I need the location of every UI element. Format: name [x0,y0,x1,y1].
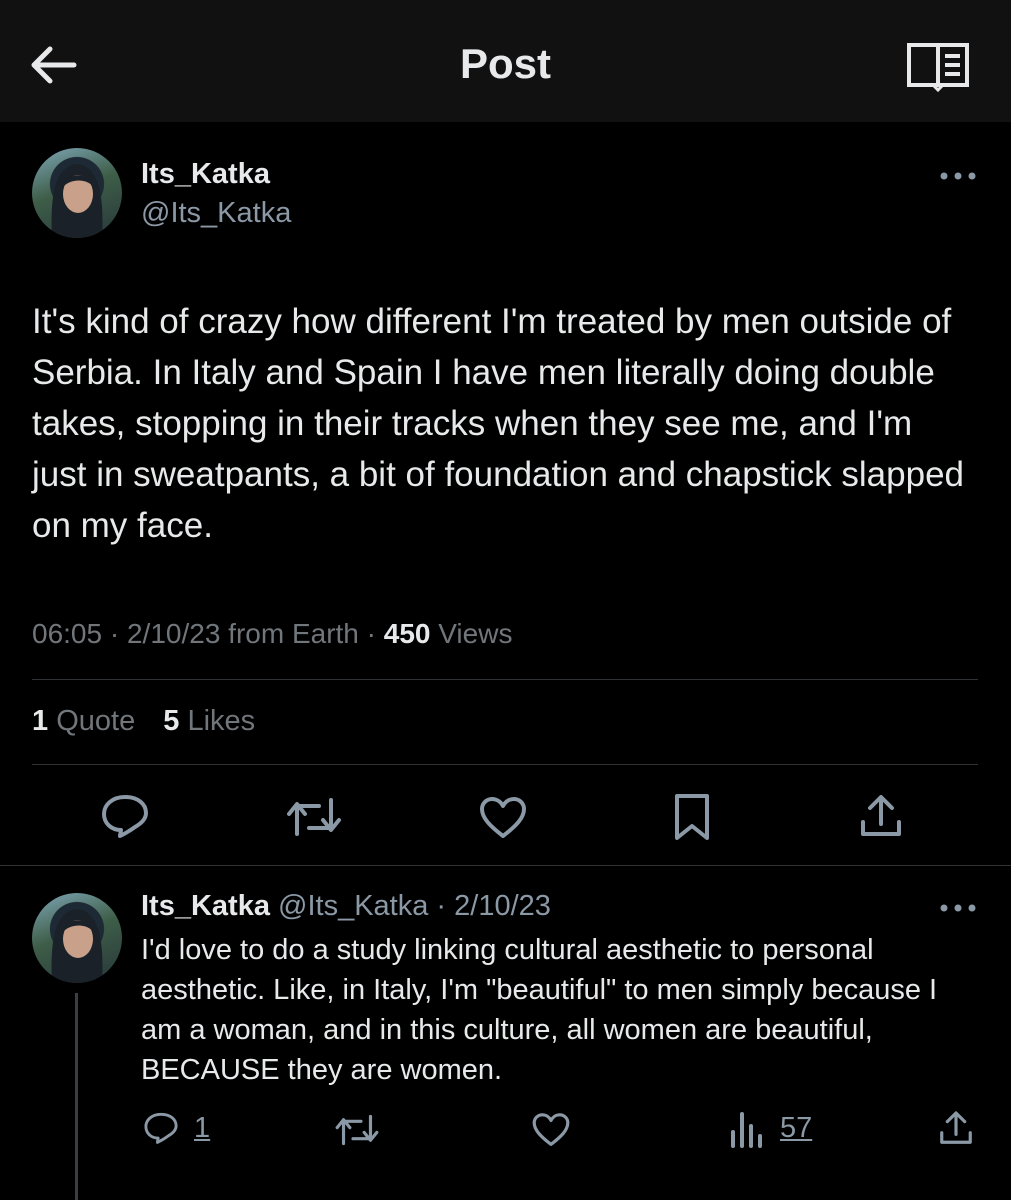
reply-date[interactable]: 2/10/23 [454,890,551,922]
reply-views-button[interactable] [729,1110,765,1148]
more-dots-icon [940,172,976,180]
quotes-link[interactable]: 1 Quote [32,705,135,737]
like-button[interactable] [478,796,528,840]
reply-header: Its_Katka @Its_Katka · 2/10/23 [141,890,551,922]
repost-icon [287,798,341,836]
share-button[interactable] [857,792,905,840]
bookmark-button[interactable] [671,792,713,842]
heart-icon [480,797,526,838]
reply-count[interactable]: 1 [194,1112,210,1145]
likes-label: Likes [187,705,256,737]
more-options-button[interactable] [938,166,978,186]
post-source: from Earth [228,618,359,649]
comment-icon [102,795,148,838]
share-icon [861,795,901,836]
views-count: 450 [383,618,431,649]
quote-count: 1 [32,705,49,737]
thread-line [75,993,78,1200]
divider [32,764,978,765]
reply-reply-button[interactable] [143,1111,179,1145]
avatar-photo [51,164,103,238]
heart-icon [532,1113,570,1146]
reply-text: I'd love to do a study linking cultural … [141,934,938,1086]
likes-count: 5 [163,705,180,737]
reply-repost-button[interactable] [334,1113,380,1147]
reader-mode-button[interactable] [905,40,971,93]
engagement-stats: 1 Quote 5 Likes [32,705,255,738]
reply-share-button[interactable] [937,1109,975,1147]
reply-author-handle[interactable]: @Its_Katka [278,890,428,922]
likes-link[interactable]: 5 Likes [163,705,255,737]
divider [32,679,978,680]
repost-button[interactable] [285,796,343,838]
repost-icon [335,1114,379,1146]
post-time: 06:05 [32,618,103,649]
author-handle[interactable]: @Its_Katka [141,197,291,230]
bookmark-icon [675,794,709,840]
author-name[interactable]: Its_Katka [141,158,270,191]
top-bar: Post [0,0,1011,122]
post-text: It's kind of crazy how different I'm tre… [32,302,964,545]
comment-icon [144,1112,178,1144]
avatar-photo [51,909,103,983]
share-icon [940,1111,972,1144]
quote-label: Quote [56,705,136,737]
book-open-icon [907,43,969,93]
analytics-icon [731,1112,762,1148]
page-title: Post [459,40,551,87]
post-meta: 06:05 · 2/10/23 from Earth · 450 Views [32,618,513,649]
avatar[interactable] [32,148,122,238]
views-label: Views [438,618,513,649]
avatar[interactable] [32,893,122,983]
reply-button[interactable] [100,793,150,839]
more-dots-icon [940,904,976,912]
post-date: 2/10/23 [126,618,221,649]
reply-author-name[interactable]: Its_Katka [141,890,270,922]
divider [0,865,1011,866]
reply-more-options-button[interactable] [938,898,978,918]
reply-like-button[interactable] [531,1112,571,1148]
reply-views-count[interactable]: 57 [780,1112,812,1145]
